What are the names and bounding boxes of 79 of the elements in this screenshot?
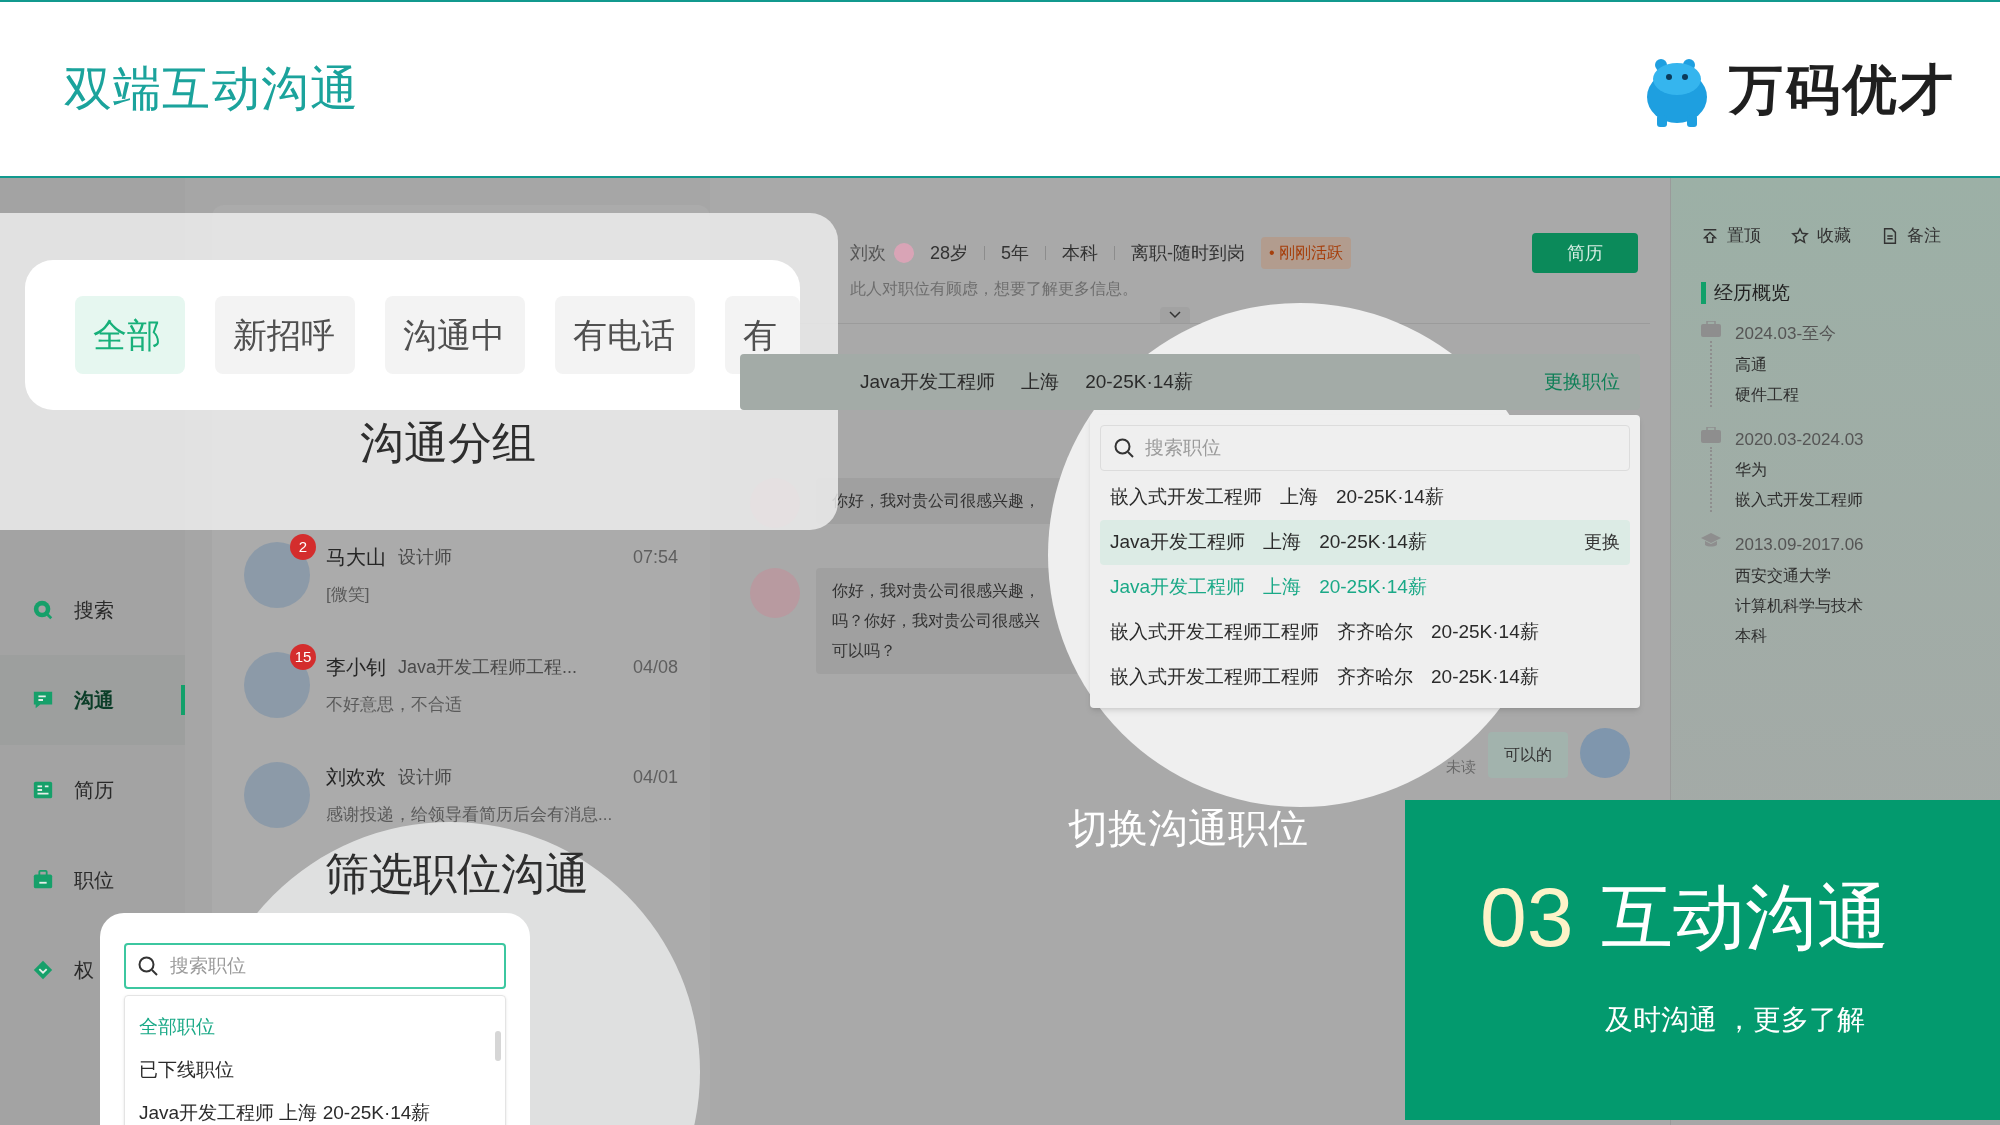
message-preview: 不好意思，不合适 xyxy=(326,694,463,716)
contact-name: 马大山 xyxy=(326,545,386,570)
job-city: 上海 xyxy=(1021,369,1060,394)
briefcase-icon xyxy=(1701,321,1721,337)
message-time: 04/01 xyxy=(632,765,678,789)
profile-action[interactable]: 置顶 xyxy=(1701,223,1761,249)
scrollbar-thumb[interactable] xyxy=(495,1031,501,1061)
experience-detail: 高通 xyxy=(1735,354,1768,375)
slide-title: 双端互动沟通 xyxy=(64,61,360,117)
section-marker xyxy=(1701,281,1706,304)
message-preview: [微笑] xyxy=(326,584,371,606)
resume-button[interactable]: 简历 xyxy=(1532,233,1638,273)
filter-tab[interactable]: 新招呼 xyxy=(215,296,355,374)
callout-label: 切换沟通职位 xyxy=(1068,808,1308,848)
date-range: 2013.09-2017.06 xyxy=(1735,534,1864,556)
chat-icon xyxy=(32,689,54,711)
dropdown-option[interactable]: Java开发工程师 上海 20-25K·14薪 xyxy=(139,1092,505,1125)
date-range: 2020.03-2024.03 xyxy=(1735,428,1864,451)
job-salary: 20-25K·14薪 xyxy=(1085,369,1193,394)
chevron-down-icon xyxy=(1169,311,1181,319)
star-icon xyxy=(1791,226,1809,245)
search-field[interactable]: 搜索职位 xyxy=(1100,425,1630,471)
experience-detail: 本科 xyxy=(1735,625,1768,646)
diamond-icon xyxy=(32,959,54,981)
briefcase-icon xyxy=(32,869,54,891)
job-title: Java开发工程师工程... xyxy=(398,655,578,679)
profile-action[interactable]: 收藏 xyxy=(1791,223,1851,249)
filter-tab[interactable]: 沟通中 xyxy=(385,296,525,374)
candidate-note: 此人对职位有顾虑，想要了解更多信息。 xyxy=(850,279,1139,299)
briefcase-icon xyxy=(1701,426,1721,443)
graduation-cap-icon xyxy=(1701,532,1721,548)
job-title: 设计师 xyxy=(398,545,452,569)
candidate-fact: 5年 xyxy=(1001,241,1030,265)
expand-tab[interactable] xyxy=(1160,307,1190,323)
change-button[interactable]: 更换 xyxy=(1584,529,1620,556)
dropdown-option[interactable]: Java开发工程师 上海 20-25K·14薪 更换 xyxy=(1100,520,1630,565)
dropdown-option[interactable]: 全部职位 xyxy=(139,1006,505,1049)
avatar xyxy=(1580,728,1630,778)
sidebar-item[interactable]: 搜索 xyxy=(0,565,185,655)
note-icon xyxy=(1881,226,1899,245)
sidebar-item[interactable]: 沟通 xyxy=(0,655,185,745)
activity-badge: • 刚刚活跃 xyxy=(1261,237,1352,269)
candidate-fact: 本科 xyxy=(1062,241,1099,265)
dropdown-option[interactable]: 已下线职位 xyxy=(139,1049,505,1092)
message-preview: 感谢投递，给领导看简历后会有消息... xyxy=(326,804,614,826)
message-bubble: 可以的 xyxy=(1488,732,1568,778)
profile-action[interactable]: 备注 xyxy=(1881,223,1941,249)
search-field[interactable]: 搜索职位 xyxy=(124,943,506,989)
candidate-name: 刘欢 xyxy=(850,241,886,265)
unread-badge: 2 xyxy=(290,534,316,560)
logo-text: 万码优才 xyxy=(1729,57,1956,121)
document-icon xyxy=(32,779,54,801)
callout-label: 筛选职位沟通 xyxy=(325,852,589,896)
sidebar-item[interactable]: 职位 xyxy=(0,835,185,925)
promo-subtitle: 及时沟通 ，更多了解 xyxy=(1605,1003,1866,1037)
message-time: 07:54 xyxy=(632,545,678,569)
section-number: 03 xyxy=(1480,875,1574,959)
experience-detail: 硬件工程 xyxy=(1735,384,1800,405)
job-title: 设计师 xyxy=(398,765,452,789)
candidate-fact: 28岁 xyxy=(930,241,969,265)
pin-top-icon xyxy=(1701,226,1719,245)
candidate-fact: 离职-随时到岗 xyxy=(1131,241,1246,265)
callout-label: 沟通分组 xyxy=(360,421,536,465)
contact-name: 刘欢欢 xyxy=(326,765,386,790)
read-receipt: 未读 xyxy=(1446,756,1476,777)
experience-detail: 嵌入式开发工程师 xyxy=(1735,490,1864,510)
date-range: 2024.03-至今 xyxy=(1735,323,1837,345)
filter-tab[interactable]: 有电话 xyxy=(555,296,695,374)
experience-detail: 西安交通大学 xyxy=(1735,565,1832,586)
contact-name: 李小钊 xyxy=(326,655,386,680)
experience-detail: 华为 xyxy=(1735,460,1768,480)
sidebar-item[interactable]: 简历 xyxy=(0,745,185,835)
section-title: 经历概览 xyxy=(1714,280,1790,305)
unread-badge: 15 xyxy=(290,644,316,670)
promo-title: 互动沟通 xyxy=(1601,881,1890,953)
search-icon xyxy=(32,599,54,621)
message-time: 04/08 xyxy=(632,655,678,679)
job-title: Java开发工程师 xyxy=(860,369,996,394)
experience-detail: 计算机科学与技术 xyxy=(1735,595,1864,616)
